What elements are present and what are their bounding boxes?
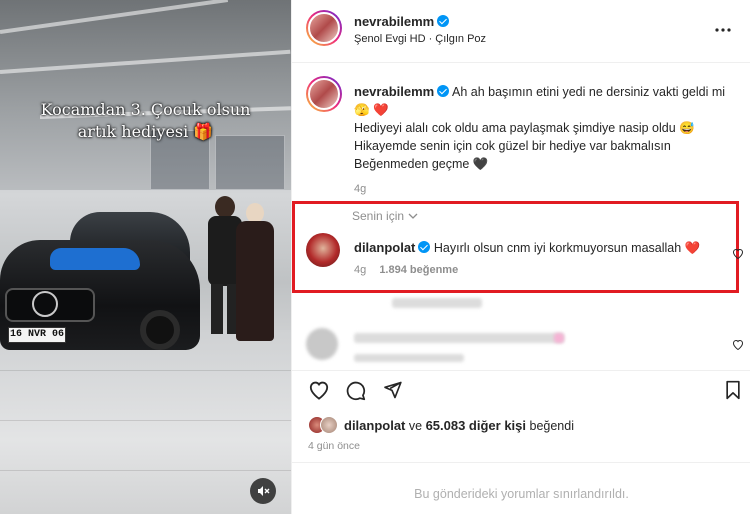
comment-button[interactable] — [345, 380, 366, 406]
heart-icon — [309, 381, 329, 400]
bookmark-icon — [726, 380, 740, 400]
author-username[interactable]: nevrabilemm — [354, 14, 434, 29]
gift-ribbon — [50, 248, 140, 270]
comment-likes-count[interactable]: 1.894 beğenme — [379, 264, 458, 276]
blurred-comment-meta — [354, 354, 464, 362]
likes-suffix: beğendi — [529, 418, 575, 433]
caption-block: nevrabilemm Ah ah başımın etini yedi ne … — [354, 83, 739, 198]
caption-emojis: 🫣 ❤️ — [354, 103, 389, 117]
verified-badge-icon — [418, 241, 431, 253]
header-divider — [292, 62, 750, 63]
blurred-reply-link — [392, 298, 482, 308]
showroom-window — [215, 135, 285, 190]
post-media[interactable]: Kocamdan 3. Çocuk olsun artık hediyesi 🎁… — [0, 0, 291, 514]
top-comment: dilanpolat Hayırlı olsun cnm iyi korkmuy… — [354, 240, 700, 256]
floor-line — [0, 470, 291, 471]
caption-avatar[interactable] — [306, 76, 342, 112]
floor-line — [0, 370, 291, 371]
likes-connector: ve — [408, 418, 423, 433]
post-details-panel: nevrabilemm Şenol Evgi HD · Çılgın Poz n… — [291, 0, 750, 514]
post-date[interactable]: 4 gün önce — [308, 440, 360, 452]
caption-line3: Hikayemde senin için cok güzel bir hediy… — [354, 139, 671, 153]
showroom-floor — [0, 330, 291, 514]
audio-label[interactable]: Şenol Evgi HD · Çılgın Poz — [354, 33, 486, 45]
verified-badge-icon — [437, 15, 450, 27]
comments-limited-notice: Bu gönderideki yorumlar sınırlandırıldı. — [414, 487, 629, 501]
commenter-avatar[interactable] — [306, 233, 340, 267]
caption-line2: Hediyeyi alalı cok oldu ama paylaşmak şi… — [354, 121, 695, 135]
floor-line — [0, 420, 291, 421]
liker-avatar — [320, 416, 338, 434]
more-horizontal-icon — [715, 28, 731, 32]
verified-badge-icon — [437, 85, 450, 97]
footer-divider — [292, 462, 750, 463]
car-logo-icon — [32, 291, 58, 317]
overlay-caption-line2: artık hediyesi 🎁 — [77, 122, 214, 141]
comment-icon — [346, 381, 366, 401]
caption-line4: Beğenmeden geçme 🖤 — [354, 157, 489, 171]
likes-summary: dilanpolat ve 65.083 diğer kişi beğendi — [308, 416, 574, 434]
caption-username[interactable]: nevrabilemm — [354, 84, 434, 99]
share-button[interactable] — [382, 380, 403, 405]
author-avatar[interactable] — [306, 10, 342, 46]
more-options-button[interactable] — [714, 20, 732, 38]
car-wheel — [140, 310, 180, 350]
save-button[interactable] — [724, 380, 742, 405]
blurred-emoji — [554, 333, 564, 343]
speaker-muted-icon — [258, 486, 270, 496]
person-woman — [234, 203, 276, 345]
likes-others-count[interactable]: 65.083 diğer kişi — [426, 418, 526, 433]
actions-divider — [292, 370, 750, 371]
blurred-comment-text — [354, 333, 564, 343]
comment-meta: 4g 1.894 beğenme — [354, 264, 458, 276]
comment-like-heart-icon[interactable] — [732, 248, 744, 259]
overlay-caption-line1: Kocamdan 3. Çocuk olsun — [40, 100, 251, 119]
license-plate: 16 NVR 06 — [8, 327, 66, 343]
post-header: nevrabilemm — [354, 13, 450, 31]
comment-time: 4g — [354, 264, 367, 276]
comment-text: Hayırlı olsun cnm iyi korkmuyorsun masal… — [433, 241, 701, 255]
caption-line1: Ah ah başımın etini yedi ne dersiniz vak… — [452, 85, 726, 99]
like-button[interactable] — [308, 380, 330, 405]
caption-time: 4g — [354, 183, 367, 195]
comment-like-heart-icon[interactable] — [732, 339, 744, 350]
likes-text: dilanpolat ve 65.083 diğer kişi beğendi — [344, 418, 574, 433]
blurred-avatar — [306, 328, 338, 360]
mute-button[interactable] — [250, 478, 276, 504]
share-icon — [384, 381, 402, 399]
liker-username[interactable]: dilanpolat — [344, 418, 405, 433]
commenter-username[interactable]: dilanpolat — [354, 240, 415, 255]
